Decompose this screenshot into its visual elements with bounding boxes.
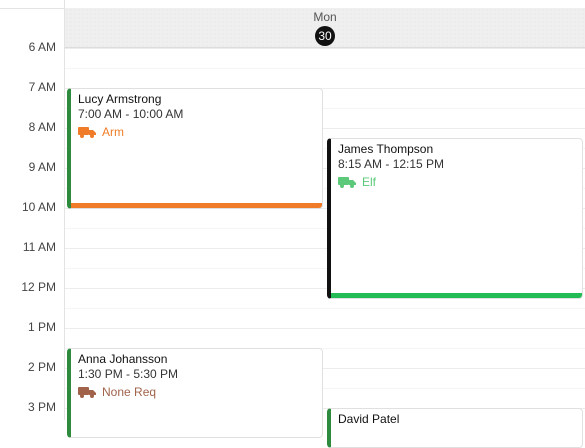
day-number-badge: 30 [315,26,335,46]
time-label-8am: 8 AM [28,120,56,134]
event-card[interactable]: Anna Johansson 1:30 PM - 5:30 PM None Re… [67,348,323,438]
event-tag-label: Elf [362,175,377,189]
event-name: David Patel [338,412,400,426]
half-hour-line [65,68,585,69]
event-card[interactable]: Lucy Armstrong 7:00 AM - 10:00 AM Arm [67,88,323,209]
time-label-11am: 11 AM [22,240,56,254]
time-label-9am: 9 AM [28,160,56,174]
time-gutter: 6 AM 7 AM 8 AM 9 AM 10 AM 11 AM 12 PM 1 … [0,0,65,420]
event-time: 8:15 AM - 12:15 PM [338,157,445,171]
event-tag: Arm [78,125,124,139]
hour-line [65,328,585,329]
time-label-10am: 10 AM [21,200,56,214]
event-tag: None Req [78,385,156,399]
day-name: Mon [313,10,337,24]
truck-icon [78,387,96,398]
event-time: 1:30 PM - 5:30 PM [78,367,179,381]
truck-icon [78,127,96,138]
time-label-12pm: 12 PM [21,280,56,294]
event-card[interactable]: David Patel [327,408,583,448]
event-name: Lucy Armstrong [78,92,162,106]
hour-line [65,48,585,49]
event-name: James Thompson [338,142,434,156]
time-label-2pm: 2 PM [27,360,56,374]
time-label-7am: 7 AM [28,80,56,94]
event-bottom-bar [331,293,582,298]
truck-icon [338,177,356,188]
event-name: Anna Johansson [78,352,168,366]
calendar-day-view: 6 AM 7 AM 8 AM 9 AM 10 AM 11 AM 12 PM 1 … [0,0,585,448]
event-time: 7:00 AM - 10:00 AM [78,107,184,121]
day-column-header[interactable]: Mon 30 [65,8,585,48]
time-label-1pm: 1 PM [27,320,56,334]
half-hour-line [65,308,585,309]
event-tag: Elf [338,175,376,189]
event-bottom-bar [71,203,322,208]
event-tag-label: Arm [102,125,124,139]
event-tag-label: None Req [102,385,157,399]
time-label-6am: 6 AM [28,40,56,54]
event-card[interactable]: James Thompson 8:15 AM - 12:15 PM Elf [327,138,583,299]
gutter-header-spacer [0,0,64,9]
time-label-3pm: 3 PM [27,400,56,414]
